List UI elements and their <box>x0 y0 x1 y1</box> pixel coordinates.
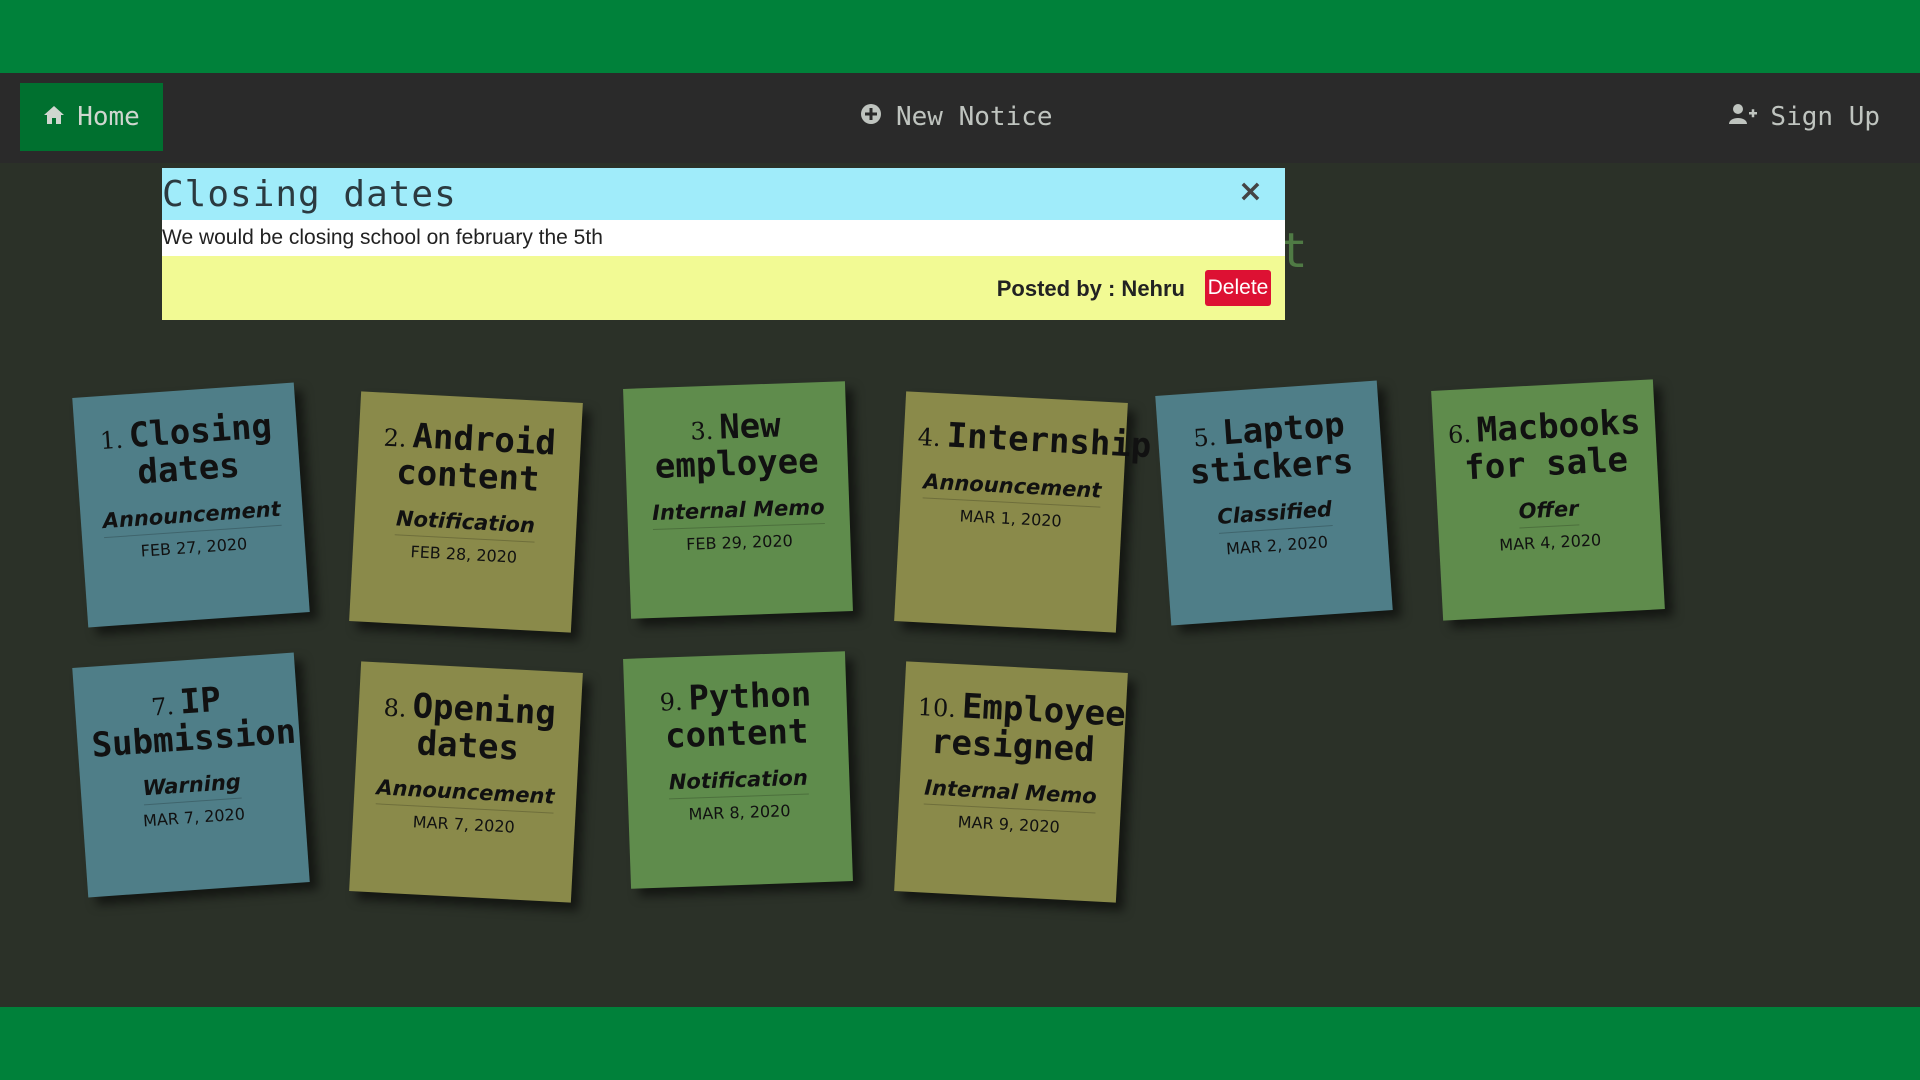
notice-card-number: 7. <box>150 692 176 722</box>
nav-home-label: Home <box>77 102 140 132</box>
notice-card[interactable]: 8. Opening dates Announcement MAR 7, 2020 <box>349 661 583 903</box>
notice-card-title: 10. Employee resigned <box>915 686 1127 770</box>
notice-card[interactable]: 5. Laptop stickers Classified MAR 2, 2020 <box>1155 380 1393 626</box>
notice-card-category: Announcement <box>375 775 556 815</box>
notice-card-title: 5. Laptop stickers <box>1171 405 1370 493</box>
notice-card-number: 6. <box>1447 419 1472 450</box>
nav-new-notice-label: New Notice <box>896 102 1053 132</box>
notice-card-title-text: Opening dates <box>411 686 557 769</box>
notice-card-date: MAR 8, 2020 <box>688 801 791 825</box>
notice-card-number: 2. <box>382 423 408 453</box>
navbar: Home New Notice Sign Up <box>0 73 1920 163</box>
notice-card-date: MAR 4, 2020 <box>1498 530 1602 556</box>
plus-circle-icon <box>860 102 882 132</box>
notice-card-date: MAR 7, 2020 <box>412 812 516 838</box>
notice-card[interactable]: 6. Macbooks for sale Offer MAR 4, 2020 <box>1431 379 1665 621</box>
modal-footer: Posted by : Nehru Delete <box>162 256 1285 320</box>
notice-card-category: Notification <box>668 766 809 800</box>
bottom-band <box>0 1007 1920 1080</box>
notice-card-title: 1. Closing dates <box>88 406 287 494</box>
notice-card-date: MAR 1, 2020 <box>959 506 1063 531</box>
notice-card-category: Notification <box>395 506 536 544</box>
notice-card-number: 5. <box>1192 422 1218 453</box>
notice-modal: Closing dates × We would be closing scho… <box>162 168 1285 320</box>
notice-card-number: 8. <box>382 693 408 723</box>
notice-card-title-text: Python content <box>664 674 812 757</box>
nav-new-notice-button[interactable]: New Notice <box>860 83 1053 151</box>
top-band <box>0 0 1920 73</box>
notice-card-category: Internal Memo <box>651 495 826 531</box>
user-plus-icon <box>1728 102 1758 132</box>
modal-header: Closing dates × <box>162 168 1285 220</box>
notice-card-date: FEB 29, 2020 <box>685 531 794 555</box>
notice-card-title: 7. IP Submission <box>88 677 297 766</box>
home-icon <box>43 102 65 132</box>
notice-card-title-text: IP Submission <box>90 679 298 766</box>
notice-card-title-text: Macbooks for sale <box>1463 402 1642 489</box>
notice-card-category: Classified <box>1216 497 1334 535</box>
notice-card-number: 9. <box>659 687 684 717</box>
notice-card[interactable]: 10. Employee resigned Internal Memo MAR 9, … <box>894 661 1128 903</box>
notice-card-title-text: Android content <box>395 416 557 500</box>
nav-home-button[interactable]: Home <box>20 83 163 151</box>
posted-by-label: Posted by : Nehru <box>996 276 1185 301</box>
notice-card[interactable]: 9. Python content Notification MAR 8, 2020 <box>623 651 853 889</box>
notice-card-category: Internal Memo <box>923 775 1098 814</box>
notice-card-title: 8. Opening dates <box>370 686 568 769</box>
notice-card-title: 3. New employee <box>638 405 834 487</box>
notice-card-category: Announcement <box>922 469 1103 508</box>
notice-card-title-text: Employee resigned <box>930 686 1127 771</box>
nav-signup-label: Sign Up <box>1770 102 1880 132</box>
notice-card[interactable]: 7. IP Submission Warning MAR 7, 2020 <box>72 652 310 898</box>
notice-card[interactable]: 1. Closing dates Announcement FEB 27, 2020 <box>72 382 310 628</box>
notice-card-category: Warning <box>141 770 242 806</box>
notice-card-number: 3. <box>689 416 714 446</box>
notice-card-date: MAR 9, 2020 <box>957 812 1061 838</box>
modal-body: We would be closing school on february t… <box>162 220 1285 256</box>
nav-signup-button[interactable]: Sign Up <box>1728 83 1880 151</box>
notice-card-title-text: Closing dates <box>127 406 274 493</box>
delete-button[interactable]: Delete <box>1205 270 1271 306</box>
notice-card-category: Offer <box>1517 496 1580 529</box>
notice-card[interactable]: 2. Android content Notification FEB 28, 202… <box>349 391 583 633</box>
notice-card[interactable]: 4. Internship Announcement MAR 1, 2020 <box>894 391 1152 633</box>
notice-card-number: 4. <box>917 423 942 453</box>
notice-card-number: 1. <box>99 425 125 456</box>
notice-card-title: 2. Android content <box>370 416 568 499</box>
notice-card-title: 9. Python content <box>638 674 834 757</box>
close-icon[interactable]: × <box>1238 174 1263 209</box>
notice-card-title-text: New employee <box>654 405 820 487</box>
modal-title: Closing dates <box>162 174 457 215</box>
notice-card-number: 10. <box>917 693 957 723</box>
notice-card-date: FEB 28, 2020 <box>410 542 518 568</box>
notice-card-title: 6. Macbooks for sale <box>1446 402 1644 489</box>
notice-card[interactable]: 3. New employee Internal Memo FEB 29, 2020 <box>623 381 853 619</box>
notice-card-category: Announcement <box>101 497 282 539</box>
